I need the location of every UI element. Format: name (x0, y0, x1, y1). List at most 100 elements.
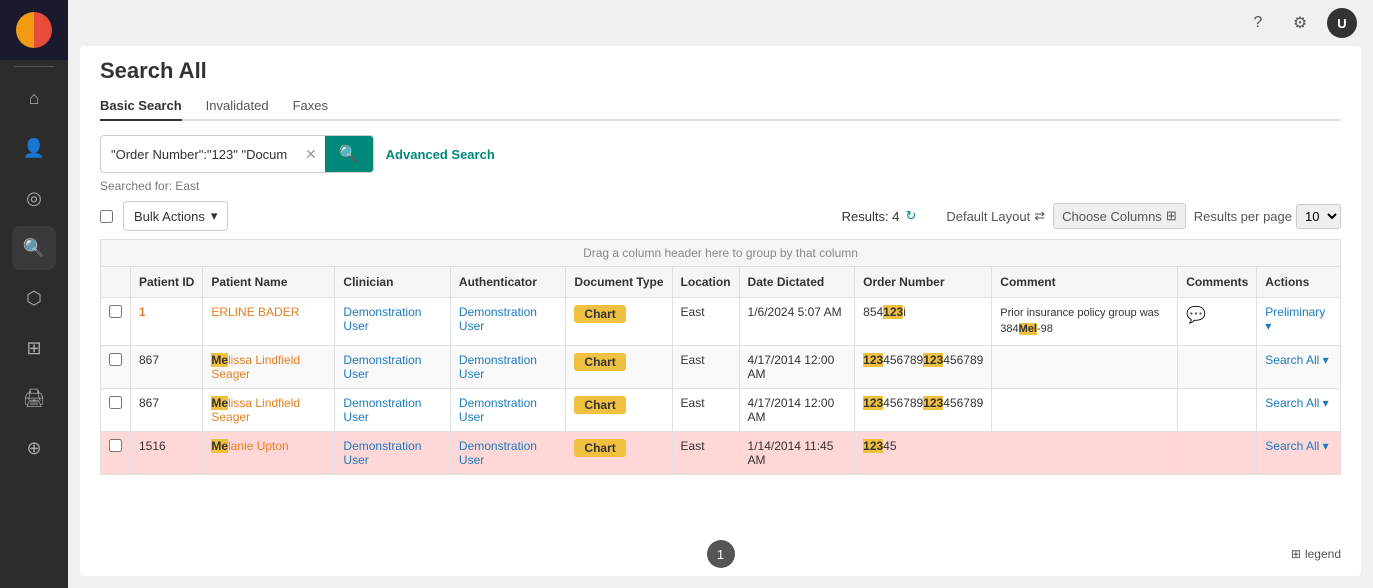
authenticator-link[interactable]: Demonstration User (459, 305, 537, 333)
col-actions[interactable]: Actions (1257, 267, 1341, 298)
patient-name-cell: Melanie Upton (203, 431, 335, 474)
help-icon[interactable]: ? (1243, 8, 1273, 38)
col-authenticator[interactable]: Authenticator (450, 267, 566, 298)
action-dropdown[interactable]: ▾ (1323, 353, 1329, 367)
authenticator-link[interactable]: Demonstration User (459, 439, 537, 467)
bulk-actions-label: Bulk Actions (134, 209, 205, 224)
results-count: Results: 4 (842, 209, 900, 224)
clinician-link[interactable]: Demonstration User (343, 439, 421, 467)
action-dropdown[interactable]: ▾ (1265, 319, 1271, 333)
results-info: Results: 4 ↻ (842, 208, 917, 224)
authenticator-cell: Demonstration User (450, 345, 566, 388)
page-header: Search All Basic Search Invalidated Faxe… (80, 46, 1361, 121)
actions-cell: Search All ▾ (1257, 431, 1341, 474)
patient-id-cell: 1516 (131, 431, 203, 474)
order-number-cell: 123456789123456789 (855, 388, 992, 431)
refresh-icon[interactable]: ↻ (905, 208, 916, 224)
results-per-page-select[interactable]: 10 25 50 (1296, 204, 1341, 229)
document-type-cell: Chart (566, 298, 672, 346)
col-patient-name[interactable]: Patient Name (203, 267, 335, 298)
date-dictated-cell: 4/17/2014 12:00 AM (739, 345, 855, 388)
choose-columns-button[interactable]: Choose Columns ⊞ (1053, 203, 1186, 229)
col-patient-id[interactable]: Patient ID (131, 267, 203, 298)
searched-for-label: Searched for: East (100, 179, 1341, 193)
row-checkbox-cell (101, 388, 131, 431)
page-1-button[interactable]: 1 (707, 540, 735, 568)
tab-faxes[interactable]: Faxes (293, 92, 328, 121)
actions-cell: Preliminary ▾ (1257, 298, 1341, 346)
select-all-checkbox[interactable] (100, 210, 113, 223)
patient-id-cell: 867 (131, 345, 203, 388)
print-icon[interactable]: 🖨 (12, 376, 56, 420)
action-link[interactable]: Preliminary (1265, 305, 1325, 319)
document-type-cell: Chart (566, 431, 672, 474)
patient-name-link[interactable]: Melissa Lindfield Seager (211, 353, 300, 381)
link-icon[interactable]: ⊕ (12, 426, 56, 470)
patient-name-link[interactable]: ERLINE BADER (211, 305, 299, 319)
legend-link[interactable]: ⊞ legend (1291, 547, 1341, 561)
col-document-type[interactable]: Document Type (566, 267, 672, 298)
col-order-number[interactable]: Order Number (855, 267, 992, 298)
home-icon[interactable]: ⌂ (12, 76, 56, 120)
chart-icon[interactable]: ◎ (12, 176, 56, 220)
results-per-page: Results per page 10 25 50 (1194, 204, 1341, 229)
row-checkbox[interactable] (109, 305, 122, 318)
comments-icon-cell: 💬 (1178, 298, 1257, 346)
order-number-highlight: 123 (863, 396, 883, 410)
action-dropdown[interactable]: ▾ (1323, 439, 1329, 453)
action-link[interactable]: Search All (1265, 439, 1319, 453)
col-comment[interactable]: Comment (992, 267, 1178, 298)
columns-icon: ⊞ (1166, 208, 1177, 224)
order-number-highlight: 123 (863, 353, 883, 367)
results-per-page-label: Results per page (1194, 209, 1292, 224)
clinician-link[interactable]: Demonstration User (343, 396, 421, 424)
row-checkbox-cell (101, 298, 131, 346)
date-dictated-cell: 1/14/2014 11:45 AM (739, 431, 855, 474)
bulk-actions-button[interactable]: Bulk Actions ▾ (123, 201, 228, 231)
name-highlight: Me (211, 353, 228, 367)
clinician-cell: Demonstration User (335, 431, 451, 474)
patient-name-link[interactable]: Melissa Lindfield Seager (211, 396, 300, 424)
row-checkbox[interactable] (109, 396, 122, 409)
sidebar-divider (14, 66, 54, 67)
authenticator-link[interactable]: Demonstration User (459, 353, 537, 381)
clinician-link[interactable]: Demonstration User (343, 353, 421, 381)
search-button[interactable]: 🔍 (325, 136, 373, 172)
row-checkbox[interactable] (109, 439, 122, 452)
comment-bubble-icon[interactable]: 💬 (1186, 307, 1206, 324)
location-cell: East (672, 431, 739, 474)
tab-basic-search[interactable]: Basic Search (100, 92, 182, 121)
settings-icon[interactable]: ⚙ (1285, 8, 1315, 38)
patient-id-link[interactable]: 1 (139, 305, 146, 319)
action-link[interactable]: Search All (1265, 353, 1319, 367)
col-location[interactable]: Location (672, 267, 739, 298)
col-comments[interactable]: Comments (1178, 267, 1257, 298)
user-avatar[interactable]: U (1327, 8, 1357, 38)
patient-name-link[interactable]: Melanie Upton (211, 439, 288, 453)
network-icon[interactable]: ⬡ (12, 276, 56, 320)
row-checkbox-cell (101, 345, 131, 388)
sidebar: ⌂ 👤 ◎ 🔍 ⬡ ⊞ 🖨 ⊕ (0, 0, 68, 588)
person-icon[interactable]: 👤 (12, 126, 56, 170)
advanced-search-link[interactable]: Advanced Search (386, 147, 495, 162)
search-clear-icon[interactable]: ✕ (297, 142, 325, 167)
table-header-row: Patient ID Patient Name Clinician Authen… (101, 267, 1341, 298)
row-checkbox[interactable] (109, 353, 122, 366)
chart-badge: Chart (574, 305, 625, 323)
action-dropdown[interactable]: ▾ (1323, 396, 1329, 410)
location-cell: East (672, 298, 739, 346)
search-icon[interactable]: 🔍 (12, 226, 56, 270)
grid-icon[interactable]: ⊞ (12, 326, 56, 370)
action-link[interactable]: Search All (1265, 396, 1319, 410)
default-layout-button[interactable]: Default Layout ⇄ (946, 208, 1045, 224)
col-clinician[interactable]: Clinician (335, 267, 451, 298)
logo (0, 0, 68, 60)
clinician-link[interactable]: Demonstration User (343, 305, 421, 333)
order-number-cell: 123456789123456789 (855, 345, 992, 388)
chart-badge: Chart (574, 439, 625, 457)
col-date-dictated[interactable]: Date Dictated (739, 267, 855, 298)
authenticator-link[interactable]: Demonstration User (459, 396, 537, 424)
search-input[interactable] (101, 139, 297, 170)
table-row: 867 Melissa Lindfield Seager Demonstrati… (101, 388, 1341, 431)
tab-invalidated[interactable]: Invalidated (206, 92, 269, 121)
